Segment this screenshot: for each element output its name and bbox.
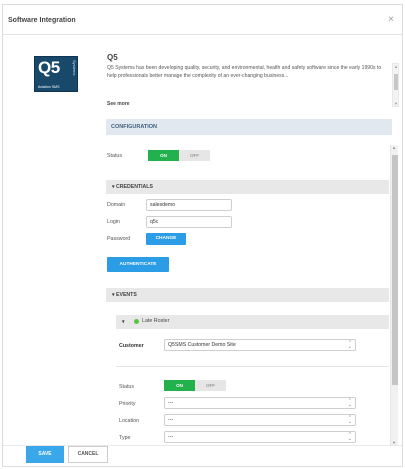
type-select[interactable]: --- ⌃ ⌄ (164, 431, 356, 443)
priority-select-value: --- (168, 400, 174, 406)
location-select-value: --- (168, 417, 174, 423)
domain-label: Domain (107, 202, 126, 208)
type-label: Type (119, 435, 131, 441)
type-select-value: --- (168, 434, 174, 440)
scroll-thumb[interactable] (392, 155, 398, 385)
authenticate-button[interactable]: AUTHENTICATE (107, 257, 169, 272)
event-name: Late Roster (142, 318, 170, 324)
integration-description: Q5 Systems has been developing quality, … (107, 65, 382, 79)
scroll-thumb[interactable] (394, 74, 398, 90)
event-status-label: Status (119, 384, 135, 390)
configuration-title: CONFIGURATION (111, 124, 158, 130)
customer-select-value: Q5SMS Customer Demo Site (168, 342, 236, 348)
event-toggle-on[interactable]: ON (164, 380, 195, 391)
select-caret-icon: ⌃ ⌄ (347, 415, 352, 425)
select-caret-icon: ⌃ ⌄ (347, 340, 352, 350)
toggle-on[interactable]: ON (148, 150, 179, 161)
select-caret-icon: ⌃ ⌄ (347, 432, 352, 442)
event-status-toggle[interactable]: ON OFF (164, 380, 226, 391)
password-label: Password (107, 236, 131, 242)
logo-side-text: Systems (72, 60, 77, 76)
scroll-up-icon[interactable]: ▲ (392, 145, 396, 150)
logo-sub-text: Aviation SMS (38, 85, 60, 89)
priority-label: Priority (119, 401, 136, 407)
logo-text: Q5 (38, 58, 60, 77)
credentials-title: ▾ CREDENTIALS (112, 184, 153, 190)
see-more-link[interactable]: See more (107, 101, 130, 107)
cancel-button[interactable]: CANCEL (68, 446, 108, 463)
location-label: Location (119, 418, 140, 424)
event-divider (116, 366, 389, 367)
status-dot-icon (134, 319, 139, 324)
scroll-up-icon[interactable]: ▲ (394, 64, 398, 69)
select-caret-icon: ⌃ ⌄ (347, 398, 352, 408)
toggle-off[interactable]: OFF (179, 150, 210, 161)
priority-select[interactable]: --- ⌃ ⌄ (164, 397, 356, 409)
credentials-header[interactable]: ▾ CREDENTIALS (106, 180, 389, 194)
events-title: ▾ EVENTS (112, 292, 137, 298)
status-label: Status (107, 153, 123, 159)
software-integration-modal: Software Integration × Q5 Systems Aviati… (2, 4, 403, 467)
status-toggle[interactable]: ON OFF (148, 150, 210, 161)
integration-name: Q5 (107, 53, 118, 62)
events-header[interactable]: ▾ EVENTS (106, 288, 389, 302)
events-header-text: EVENTS (116, 292, 137, 298)
modal-header: Software Integration × (3, 5, 402, 35)
configuration-header: CONFIGURATION (106, 119, 392, 135)
customer-label: Customer (119, 343, 144, 349)
credentials-header-text: CREDENTIALS (116, 184, 153, 190)
q5-logo: Q5 Systems Aviation SMS (34, 56, 78, 92)
event-item-title: ▾ (122, 319, 125, 325)
domain-input[interactable]: salesdemo (146, 199, 232, 211)
scroll-down-icon[interactable]: ▼ (394, 101, 398, 106)
login-input[interactable]: q5c (146, 216, 232, 228)
content-scrollbar[interactable]: ▲ ▼ (390, 145, 398, 445)
change-password-button[interactable]: CHANGE (146, 233, 186, 245)
close-icon[interactable]: × (388, 15, 394, 25)
description-scrollbar[interactable]: ▲ ▼ (392, 63, 399, 107)
event-toggle-off[interactable]: OFF (195, 380, 226, 391)
location-select[interactable]: --- ⌃ ⌄ (164, 414, 356, 426)
customer-select[interactable]: Q5SMS Customer Demo Site ⌃ ⌄ (164, 339, 356, 351)
modal-title: Software Integration (8, 17, 76, 24)
save-button[interactable]: SAVE (26, 446, 64, 463)
login-label: Login (107, 219, 120, 225)
